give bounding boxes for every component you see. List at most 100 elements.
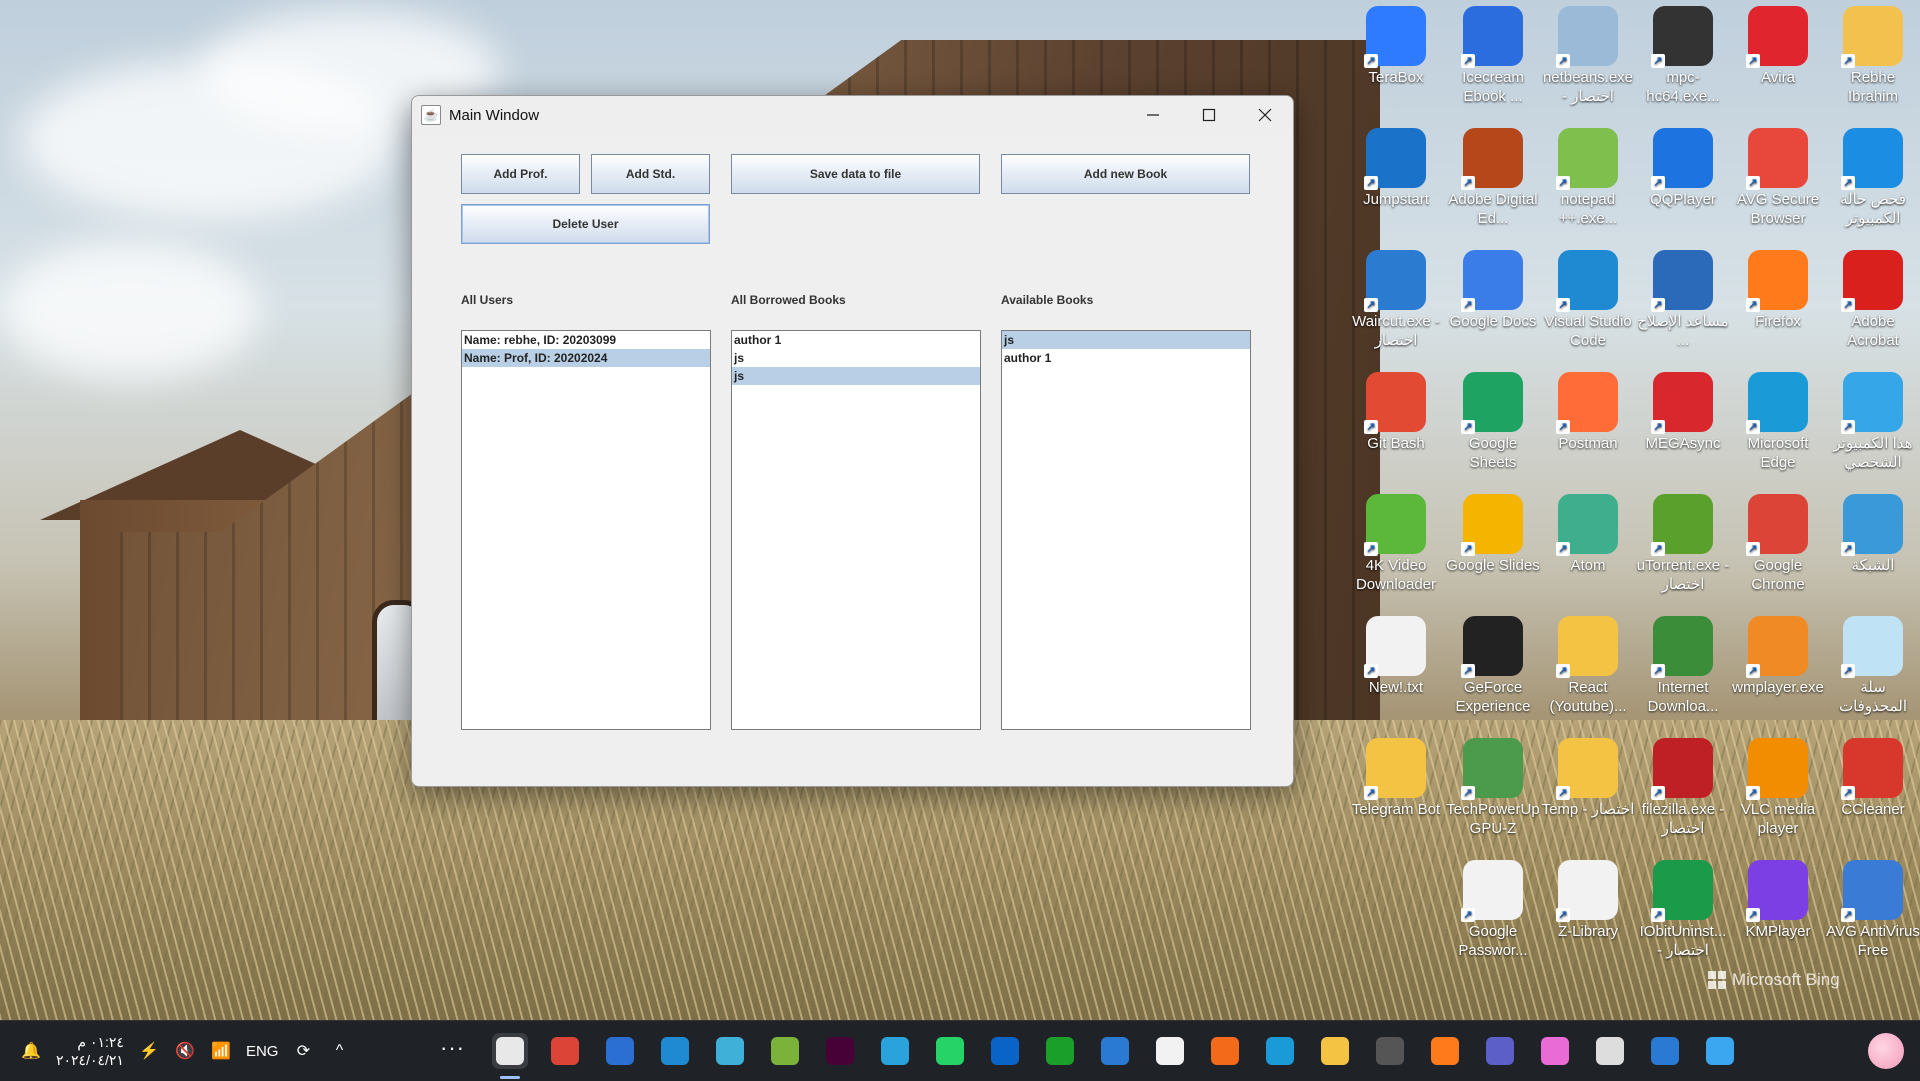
desktop-shortcut[interactable]: ↗ Z-Library [1541,860,1635,941]
list-item[interactable]: Name: Prof, ID: 20202024 [462,349,710,367]
desktop-shortcut[interactable]: ↗ uTorrent.exe - اختصار [1636,494,1730,594]
copilot-icon[interactable] [1537,1033,1573,1069]
whatsapp-icon[interactable] [932,1033,968,1069]
desktop-shortcut[interactable]: ↗ Adobe Acrobat [1826,250,1920,350]
desktop-shortcut[interactable]: ↗ AVG AntiVirus Free [1826,860,1920,960]
desktop-shortcut[interactable]: ↗ Google Chrome [1731,494,1825,594]
telegram-icon[interactable] [877,1033,913,1069]
start-icon[interactable] [1702,1033,1738,1069]
desktop-shortcut[interactable]: ↗ QQPlayer [1636,128,1730,209]
borrowed-books-list[interactable]: author 1 js js [731,330,981,730]
minimize-button[interactable] [1125,96,1181,134]
mql-icon[interactable] [767,1033,803,1069]
close-button[interactable] [1237,96,1293,134]
desktop-shortcut[interactable]: ↗ مساعد الإصلاح ... [1636,250,1730,350]
desktop-shortcut[interactable]: ↗ Visual Studio Code [1541,250,1635,350]
desktop-shortcut[interactable]: ↗ TeraBox [1349,6,1443,87]
add-prof-button[interactable]: Add Prof. [461,154,580,194]
list-item[interactable]: author 1 [1002,349,1250,367]
desktop-shortcut[interactable]: ↗ هذا الكمبيوتر الشخصي [1826,372,1920,472]
weather-icon[interactable] [1868,1033,1904,1069]
list-item[interactable]: js [1002,331,1250,349]
teams-icon[interactable] [1482,1033,1518,1069]
wifi-icon[interactable]: 📶 [210,1040,232,1062]
sync-icon[interactable]: ⟳ [292,1040,314,1062]
desktop-shortcut[interactable]: ↗ Icecream Ebook ... [1446,6,1540,106]
desktop-shortcut[interactable]: ↗ CCleaner [1826,738,1920,819]
gradient-app-icon[interactable] [712,1033,748,1069]
desktop-shortcut[interactable]: ↗ KMPlayer [1731,860,1825,941]
delete-user-button[interactable]: Delete User [461,204,710,244]
list-item[interactable]: Name: rebhe, ID: 20203099 [462,331,710,349]
desktop-shortcut[interactable]: ↗ filezilla.exe - اختصار [1636,738,1730,838]
desktop-shortcut[interactable]: ↗ netbeans.exe - اختصار [1541,6,1635,106]
desktop-shortcut[interactable]: ↗ Google Slides [1446,494,1540,575]
language-indicator[interactable]: ENG [246,1043,279,1060]
file-explorer-icon[interactable] [1317,1033,1353,1069]
clock[interactable]: ٠١:٢٤ م ٢٠٢٤/٠٤/٢١ [56,1033,124,1069]
desktop-shortcut[interactable]: ↗ Avira [1731,6,1825,87]
vscode-icon[interactable] [657,1033,693,1069]
desktop-shortcut[interactable]: ↗ AVG Secure Browser [1731,128,1825,228]
desktop-shortcut[interactable]: ↗ Postman [1541,372,1635,453]
maximize-button[interactable] [1181,96,1237,134]
desktop-shortcut[interactable]: ↗ wmplayer.exe [1731,616,1825,697]
desktop-shortcut[interactable]: ↗ Temp - اختصار [1541,738,1635,819]
shortcut-arrow-icon: ↗ [1841,54,1855,68]
notification-bell-icon[interactable]: 🔔 [20,1040,42,1062]
list-item[interactable]: js [732,367,980,385]
desktop-shortcut[interactable]: ↗ Google Passwor... [1446,860,1540,960]
available-books-list[interactable]: js author 1 [1001,330,1251,730]
list-item[interactable]: js [732,349,980,367]
desktop-shortcut[interactable]: ↗ Internet Downloa... [1636,616,1730,716]
desktop-shortcut[interactable]: ↗ سلة المحذوفات [1826,616,1920,716]
title-bar[interactable]: ☕ Main Window [412,96,1293,134]
task-view-icon[interactable] [1592,1033,1628,1069]
desktop-shortcut[interactable]: ↗ React (Youtube)... [1541,616,1635,716]
desktop-shortcut[interactable]: ↗ Google Sheets [1446,372,1540,472]
desktop-shortcut[interactable]: ↗ MEGAsync [1636,372,1730,453]
desktop-shortcut[interactable]: ↗ Jumpstart [1349,128,1443,209]
desktop-shortcut[interactable]: ↗ 4K Video Downloader [1349,494,1443,594]
desktop-shortcut[interactable]: ↗ Git Bash [1349,372,1443,453]
search-icon[interactable] [1647,1033,1683,1069]
add-book-button[interactable]: Add new Book [1001,154,1250,194]
desktop-shortcut[interactable]: ↗ New!.txt [1349,616,1443,697]
desktop-shortcut[interactable]: ↗ Waircut.exe - اختصار [1349,250,1443,350]
desktop-shortcut[interactable]: ↗ mpc-hc64.exe... [1636,6,1730,106]
save-data-button[interactable]: Save data to file [731,154,980,194]
desktop-shortcut[interactable]: ↗ الشبكة [1826,494,1920,575]
desktop-shortcut[interactable]: ↗ notepad ++.exe... [1541,128,1635,228]
more-icon[interactable]: ··· [440,1035,465,1061]
desktop-shortcut[interactable]: ↗ Atom [1541,494,1635,575]
desktop-shortcut[interactable]: ↗ فحص حالة الكمبيوتر [1826,128,1920,228]
desktop-shortcut[interactable]: ↗ Firefox [1731,250,1825,331]
battery-icon[interactable]: ⚡ [138,1040,160,1062]
calculator-icon[interactable] [1372,1033,1408,1069]
list-item[interactable]: author 1 [732,331,980,349]
desktop-shortcut[interactable]: ↗ TechPowerUp GPU-Z [1446,738,1540,838]
desktop-shortcut[interactable]: ↗ Google Docs [1446,250,1540,331]
intel-icon[interactable] [987,1033,1023,1069]
media-icon[interactable] [602,1033,638,1069]
chrome-icon[interactable] [547,1033,583,1069]
users-list[interactable]: Name: rebhe, ID: 20203099 Name: Prof, ID:… [461,330,711,730]
desktop-shortcut[interactable]: ↗ GeForce Experience [1446,616,1540,716]
xbox-icon[interactable] [1042,1033,1078,1069]
desktop-shortcut[interactable]: ↗ Telegram Bot [1349,738,1443,819]
chevron-up-icon[interactable]: ^ [328,1040,350,1062]
desktop-shortcut[interactable]: ↗ VLC media player [1731,738,1825,838]
add-std-button[interactable]: Add Std. [591,154,710,194]
xampp-icon[interactable] [1207,1033,1243,1069]
edge-icon[interactable] [1262,1033,1298,1069]
speaker-muted-icon[interactable]: 🔇 [174,1040,196,1062]
firefox-icon[interactable] [1427,1033,1463,1069]
desktop-shortcut[interactable]: ↗ Rebhe Ibrahim [1826,6,1920,106]
adobe-xd-icon[interactable] [822,1033,858,1069]
desktop-shortcut[interactable]: ↗ Adobe Digital Ed... [1446,128,1540,228]
store-icon[interactable] [1152,1033,1188,1069]
desktop-shortcut[interactable]: ↗ Microsoft Edge [1731,372,1825,472]
desktop-shortcut[interactable]: ↗ IObitUninst... - اختصار [1636,860,1730,960]
java-icon[interactable] [492,1033,528,1079]
mail-icon[interactable] [1097,1033,1133,1069]
